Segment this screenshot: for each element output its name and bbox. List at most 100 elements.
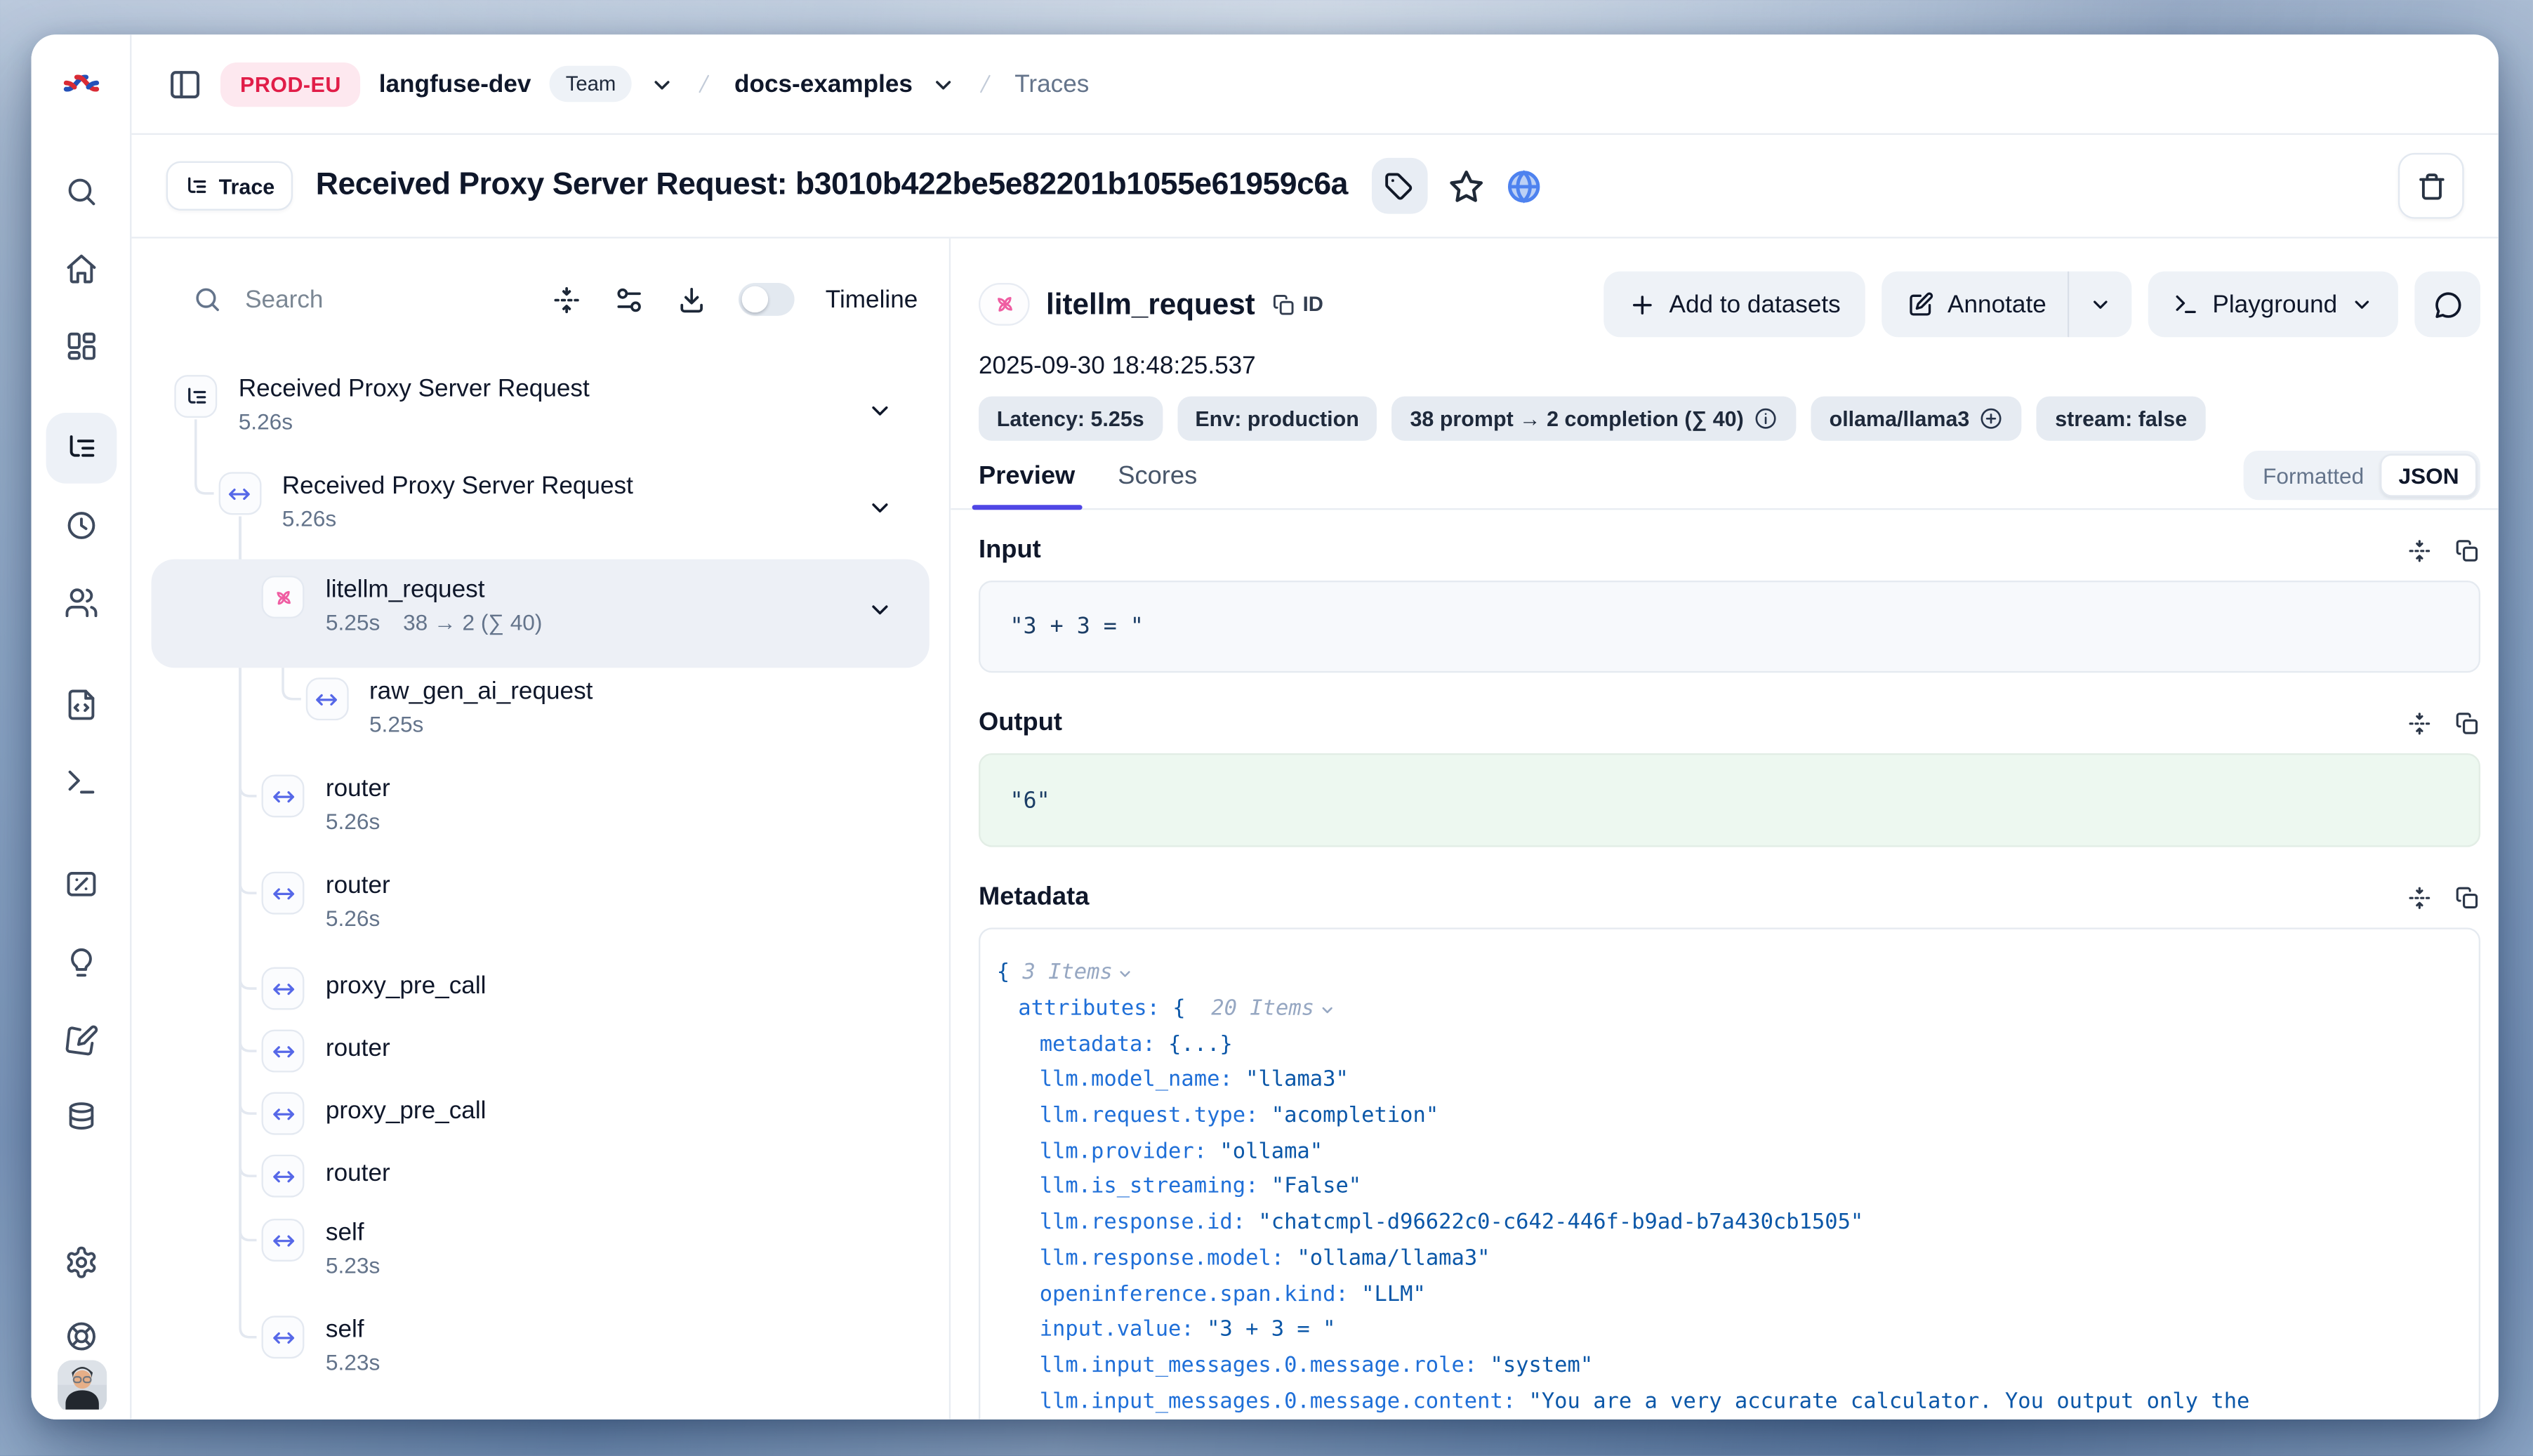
globe-icon[interactable] [1504, 167, 1542, 205]
search-input[interactable] [242, 284, 432, 315]
star-icon[interactable] [1447, 167, 1485, 205]
chevron-down-icon [2089, 293, 2112, 316]
search-icon [192, 284, 222, 314]
annotate-dropdown-button[interactable] [2068, 272, 2131, 338]
tree-node-litellm-request[interactable]: litellm_request 5.25s38 → 2 (∑ 40) [152, 560, 930, 668]
metric-badge-text: Env: production [1195, 406, 1359, 431]
sidebar-item-scores[interactable] [46, 849, 117, 920]
sidebar-item-insights[interactable] [46, 927, 117, 998]
chevron-down-icon [867, 596, 893, 622]
trace-type-label: Trace [219, 173, 275, 198]
dashboard-icon [64, 329, 98, 364]
tree-node-proxy-pre-call[interactable]: proxy_pre_call [131, 1084, 948, 1146]
tree-node-duration: 5.26s [239, 409, 590, 434]
sidebar-item-evaluation[interactable] [46, 1005, 117, 1076]
collapse-section-icon[interactable] [2407, 538, 2433, 564]
tree-node-router[interactable]: router [131, 1146, 948, 1209]
comments-button[interactable] [2414, 272, 2480, 338]
json-line: llm.is_streaming: "False" [997, 1170, 2462, 1205]
metadata-heading: Metadata [979, 883, 1089, 913]
square-pen-tilt-icon [64, 1023, 98, 1057]
trace-title-bar: Trace Received Proxy Server Request: b30… [131, 135, 2498, 239]
chevron-down-icon[interactable] [931, 72, 955, 96]
collapse-node-control[interactable]: 20 Items [1211, 997, 1335, 1021]
format-option-formatted[interactable]: Formatted [2247, 454, 2381, 497]
info-icon[interactable] [1754, 406, 1778, 431]
breadcrumb-org[interactable]: langfuse-dev [379, 70, 531, 98]
timeline-toggle[interactable] [739, 283, 795, 316]
sidebar-item-home[interactable] [46, 234, 117, 305]
tree-node-self[interactable]: self5.23s [131, 1209, 948, 1306]
tree-node-router[interactable]: router5.26s [131, 765, 948, 861]
timeline-label: Timeline [826, 285, 918, 313]
span-icon [218, 472, 260, 515]
tab-preview[interactable]: Preview [979, 461, 1075, 508]
users-icon [64, 585, 98, 620]
expand-chevron-icon[interactable] [867, 596, 893, 630]
copy-icon[interactable] [2454, 538, 2480, 564]
observation-badges: Latency: 5.25sEnv: production38 prompt →… [979, 397, 2480, 441]
output-heading: Output [979, 709, 1062, 739]
tree-node-self[interactable]: self 5.23s [131, 1306, 948, 1403]
sidebar-item-dashboards[interactable] [46, 311, 117, 382]
breadcrumb-section[interactable]: Traces [1014, 70, 1089, 98]
tree-node-router[interactable]: router5.26s [131, 862, 948, 959]
sidebar-item-sessions[interactable] [46, 490, 117, 561]
tree-node-raw-gen-ai-request[interactable]: raw_gen_ai_request5.25s [131, 668, 948, 765]
playground-label: Playground [2212, 291, 2337, 319]
sidebar-item-playground[interactable] [46, 747, 117, 818]
sidebar-item-search[interactable] [46, 157, 117, 227]
terminal-icon [64, 765, 98, 799]
collapse-all-icon[interactable] [551, 284, 583, 315]
copy-id-button[interactable]: ID [1271, 292, 1323, 317]
tree-node-duration: 5.25s38 → 2 (∑ 40) [326, 610, 543, 635]
metric-badge: stream: false [2037, 397, 2204, 441]
tab-scores[interactable]: Scores [1118, 461, 1197, 508]
sidebar-rail [32, 34, 132, 1419]
arrows-h-icon [270, 783, 295, 808]
chevron-down-icon[interactable] [651, 72, 675, 96]
tree-node-proxy-pre-call[interactable]: proxy_pre_call [131, 959, 948, 1021]
download-icon[interactable] [676, 284, 708, 315]
tree-node-received-proxy-server-request[interactable]: Received Proxy Server Request5.26s [131, 365, 948, 462]
expand-chevron-icon[interactable] [867, 494, 893, 528]
metric-badge-text: Latency: 5.25s [997, 406, 1144, 431]
tree-node-label: self [326, 1316, 380, 1344]
circle-plus-icon[interactable] [1979, 406, 2004, 431]
tag-button[interactable] [1371, 158, 1427, 214]
format-option-json[interactable]: JSON [2381, 454, 2478, 497]
sidebar-item-prompts[interactable] [46, 670, 117, 741]
sidebar-item-users[interactable] [46, 567, 117, 638]
collapse-node-control[interactable]: 3 Items [1022, 961, 1134, 986]
collapse-section-icon[interactable] [2407, 710, 2433, 736]
add-to-datasets-label: Add to datasets [1669, 291, 1841, 319]
add-to-datasets-button[interactable]: Add to datasets [1603, 272, 1865, 338]
playground-button[interactable]: Playground [2148, 272, 2398, 338]
sidebar-item-datasets[interactable] [46, 1080, 117, 1151]
org-type-badge: Team [549, 66, 632, 102]
panel-toggle-icon[interactable] [168, 67, 202, 101]
metric-badge: Latency: 5.25s [979, 397, 1162, 441]
breadcrumb-slash-icon [693, 67, 716, 100]
delete-trace-button[interactable] [2398, 153, 2464, 219]
observation-detail-panel: litellm_request ID Add to datasets [951, 239, 2499, 1419]
json-line: llm.response.id: "chatcmpl-d96622c0-c642… [997, 1205, 2462, 1241]
environment-badge[interactable]: PROD-EU [220, 62, 361, 106]
sidebar-item-tracing[interactable] [46, 413, 117, 484]
tree-node-router[interactable]: router [131, 1021, 948, 1084]
list-tree-icon [64, 431, 98, 465]
copy-icon[interactable] [2454, 710, 2480, 736]
tree-node-received-proxy-server-request[interactable]: Received Proxy Server Request5.26s [131, 462, 948, 559]
copy-icon[interactable] [2454, 885, 2480, 911]
breadcrumb-project[interactable]: docs-examples [734, 70, 913, 98]
tree-node-label: litellm_request [326, 576, 543, 604]
expand-chevron-icon[interactable] [867, 397, 893, 431]
view-settings-icon[interactable] [614, 284, 645, 315]
annotate-button[interactable]: Annotate [1881, 272, 2068, 338]
tree-node-label: self [326, 1219, 380, 1247]
tree-node-duration: 5.23s [326, 1350, 380, 1375]
avatar[interactable] [58, 1361, 107, 1413]
sidebar-item-settings[interactable] [46, 1227, 117, 1298]
json-line: attributes: { 20 Items [997, 991, 2462, 1027]
collapse-section-icon[interactable] [2407, 885, 2433, 911]
